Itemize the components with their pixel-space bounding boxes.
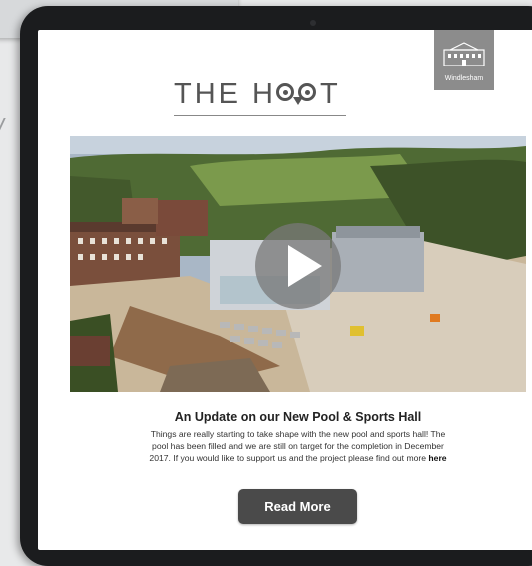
newsletter-logo: THE H T [174, 78, 349, 110]
here-link[interactable]: here [428, 453, 446, 463]
video-thumbnail[interactable] [70, 136, 526, 392]
school-badge-label: Windlesham [444, 75, 484, 82]
owl-icon [276, 79, 320, 105]
article-body: Things are really starting to take shape… [98, 428, 498, 464]
tablet-frame: THE H T Windlesham An Update on our New P… [20, 6, 532, 566]
logo-text-right: T [320, 78, 341, 110]
background-tick [0, 118, 14, 134]
article-body-line: 2017. If you would like to support us an… [149, 453, 427, 463]
logo-underline [174, 115, 346, 116]
play-button[interactable] [255, 223, 341, 309]
camera-icon [310, 20, 316, 26]
logo-text-left: THE H [174, 78, 276, 110]
newsletter-screen: THE H T Windlesham An Update on our New P… [38, 30, 532, 550]
article-body-line: pool has been filled and we are still on… [152, 441, 444, 451]
article-title: An Update on our New Pool & Sports Hall [174, 410, 422, 424]
article-body-line: Things are really starting to take shape… [150, 429, 446, 439]
building-icon [443, 42, 485, 66]
read-more-button[interactable]: Read More [238, 489, 357, 524]
school-badge: Windlesham [434, 30, 494, 90]
